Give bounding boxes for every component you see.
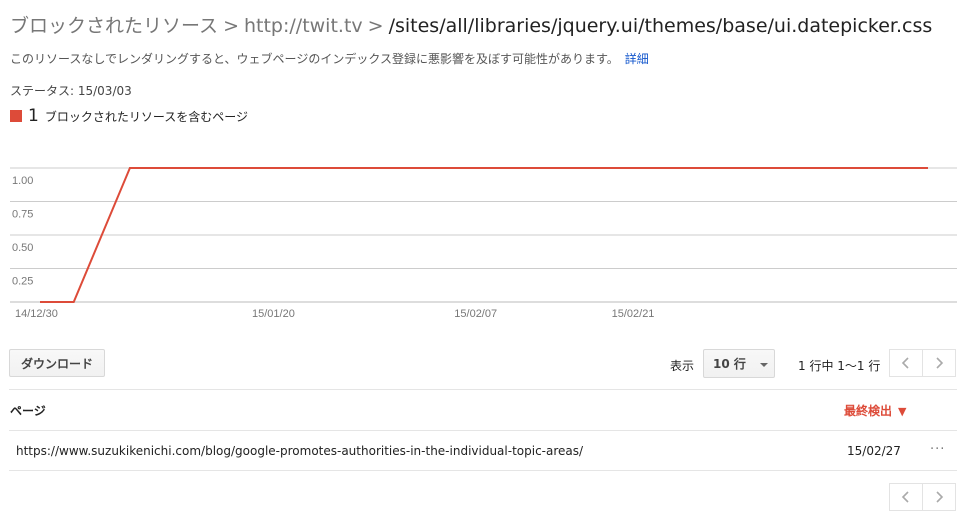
description-text: このリソースなしでレンダリングすると、ウェブページのインデックス登録に悪影響を及… — [10, 52, 619, 66]
chart-legend: 1 ブロックされたリソースを含むページ — [10, 106, 248, 126]
chevron-left-icon — [901, 357, 909, 369]
sort-desc-icon: ▼ — [898, 405, 907, 418]
table-row-last-detected: 15/02/27 — [847, 444, 901, 458]
page-title: ブロックされたリソース > http://twit.tv >/sites/all/li… — [10, 11, 932, 38]
breadcrumb-separator: > — [367, 15, 384, 37]
breadcrumb-host[interactable]: http://twit.tv — [244, 15, 363, 37]
x-tick-label: 15/01/20 — [252, 308, 295, 320]
rows-label: 表示 — [670, 359, 695, 373]
status-text: ステータス: 15/03/03 — [10, 84, 132, 98]
column-header-last-detected[interactable]: 最終検出 ▼ — [844, 402, 906, 419]
resource-path: /sites/all/libraries/jquery.ui/themes/ba… — [388, 15, 933, 37]
x-tick-label: 14/12/30 — [15, 308, 58, 320]
legend-count: 1 — [28, 106, 39, 126]
legend-label: ブロックされたリソースを含むページ — [44, 109, 248, 124]
column-header-page[interactable]: ページ — [10, 402, 46, 419]
divider — [9, 389, 957, 390]
next-page-button[interactable] — [922, 349, 956, 377]
pagination-range: 1 行中 1〜1 行 — [798, 359, 881, 373]
chevron-left-icon — [901, 491, 909, 503]
chevron-down-icon — [760, 363, 768, 367]
y-tick-label: 0.50 — [12, 242, 33, 254]
table-row-url[interactable]: https://www.suzukikenichi.com/blog/googl… — [16, 444, 583, 458]
rows-per-page-select[interactable]: 10 行 — [703, 349, 775, 378]
y-tick-label: 1.00 — [12, 175, 33, 187]
prev-page-button[interactable] — [889, 349, 923, 377]
legend-swatch — [10, 110, 22, 122]
prev-page-button-bottom[interactable] — [889, 483, 923, 511]
download-button[interactable]: ダウンロード — [9, 349, 105, 377]
rows-per-page-value: 10 行 — [713, 357, 746, 371]
divider — [9, 470, 957, 471]
x-tick-label: 15/02/07 — [454, 308, 497, 320]
line-chart: 0.25 0.50 0.75 1.00 14/12/30 15/01/20 15/02/07… — [10, 167, 957, 320]
details-link[interactable]: 詳細 — [625, 52, 649, 66]
column-header-last-detected-label: 最終検出 — [844, 404, 893, 418]
y-tick-label: 0.25 — [12, 276, 33, 288]
breadcrumb-blocked-resources[interactable]: ブロックされたリソース — [10, 15, 218, 37]
chevron-right-icon — [936, 491, 944, 503]
x-tick-label: 15/02/21 — [612, 308, 655, 320]
more-options-icon[interactable]: ··· — [930, 442, 945, 457]
breadcrumb-separator: > — [223, 15, 239, 37]
chevron-right-icon — [936, 357, 944, 369]
next-page-button-bottom[interactable] — [922, 483, 956, 511]
divider — [9, 430, 957, 431]
y-tick-label: 0.75 — [12, 209, 33, 221]
description: このリソースなしでレンダリングすると、ウェブページのインデックス登録に悪影響を及… — [10, 50, 649, 67]
